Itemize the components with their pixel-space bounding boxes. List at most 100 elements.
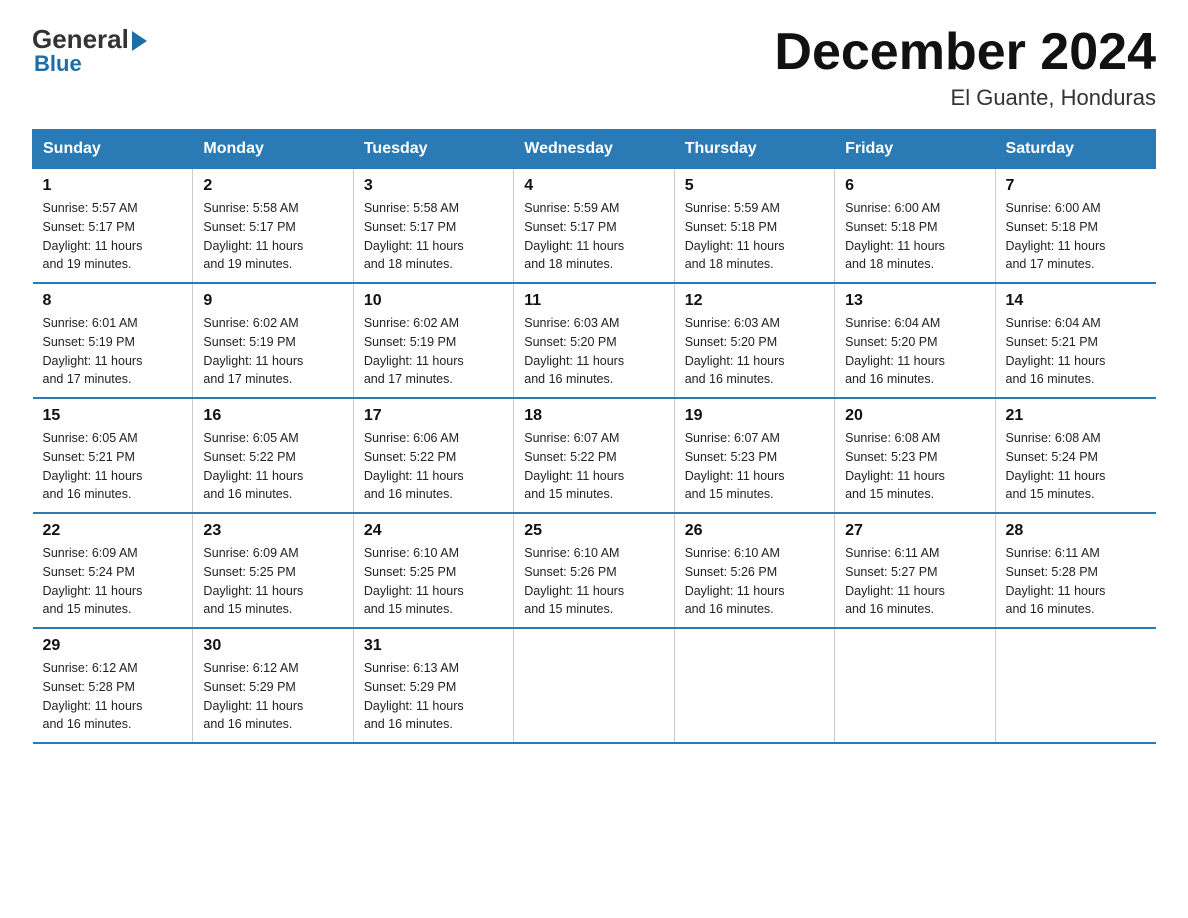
day-info: Sunrise: 6:10 AM Sunset: 5:25 PM Dayligh… (364, 544, 503, 619)
table-row: 12 Sunrise: 6:03 AM Sunset: 5:20 PM Dayli… (674, 283, 834, 398)
day-number: 3 (364, 177, 503, 195)
table-row: 6Sunrise: 6:00 AM Sunset: 5:18 PM Daylig… (835, 169, 995, 284)
day-info: Sunrise: 6:04 AM Sunset: 5:21 PM Dayligh… (1006, 314, 1146, 389)
table-row: 22Sunrise: 6:09 AM Sunset: 5:24 PM Dayli… (33, 513, 193, 628)
table-row (514, 628, 674, 743)
table-row: 18 Sunrise: 6:07 AM Sunset: 5:22 PM Dayli… (514, 398, 674, 513)
day-info: Sunrise: 6:06 AM Sunset: 5:22 PM Dayligh… (364, 429, 503, 504)
day-info: Sunrise: 6:05 AM Sunset: 5:22 PM Dayligh… (203, 429, 342, 504)
day-number: 8 (43, 292, 183, 310)
day-number: 28 (1006, 522, 1146, 540)
table-row: 26Sunrise: 6:10 AM Sunset: 5:26 PM Dayli… (674, 513, 834, 628)
day-info: Sunrise: 6:00 AM Sunset: 5:18 PM Dayligh… (1006, 199, 1146, 274)
table-row: 31Sunrise: 6:13 AM Sunset: 5:29 PM Dayli… (353, 628, 513, 743)
day-number: 19 (685, 407, 824, 425)
table-row: 19 Sunrise: 6:07 AM Sunset: 5:23 PM Dayli… (674, 398, 834, 513)
table-row: 30 Sunrise: 6:12 AM Sunset: 5:29 PM Dayli… (193, 628, 353, 743)
day-info: Sunrise: 6:09 AM Sunset: 5:24 PM Dayligh… (43, 544, 183, 619)
day-number: 12 (685, 292, 824, 310)
calendar-table: Sunday Monday Tuesday Wednesday Thursday… (32, 129, 1156, 744)
calendar-row: 22Sunrise: 6:09 AM Sunset: 5:24 PM Dayli… (33, 513, 1156, 628)
day-number: 1 (43, 177, 183, 195)
day-number: 4 (524, 177, 663, 195)
day-number: 13 (845, 292, 984, 310)
table-row: 25Sunrise: 6:10 AM Sunset: 5:26 PM Dayli… (514, 513, 674, 628)
table-row: 16 Sunrise: 6:05 AM Sunset: 5:22 PM Dayli… (193, 398, 353, 513)
day-number: 23 (203, 522, 342, 540)
table-row: 21 Sunrise: 6:08 AM Sunset: 5:24 PM Dayli… (995, 398, 1155, 513)
day-info: Sunrise: 6:12 AM Sunset: 5:29 PM Dayligh… (203, 659, 342, 734)
header-wednesday: Wednesday (514, 130, 674, 169)
table-row: 15 Sunrise: 6:05 AM Sunset: 5:21 PM Dayli… (33, 398, 193, 513)
day-number: 14 (1006, 292, 1146, 310)
calendar-title: December 2024 (774, 24, 1156, 81)
calendar-row: 1 Sunrise: 5:57 AM Sunset: 5:17 PM Daylig… (33, 169, 1156, 284)
logo: General Blue (32, 24, 147, 77)
day-number: 16 (203, 407, 342, 425)
header-saturday: Saturday (995, 130, 1155, 169)
day-info: Sunrise: 6:04 AM Sunset: 5:20 PM Dayligh… (845, 314, 984, 389)
table-row (835, 628, 995, 743)
day-info: Sunrise: 6:02 AM Sunset: 5:19 PM Dayligh… (364, 314, 503, 389)
day-info: Sunrise: 6:11 AM Sunset: 5:27 PM Dayligh… (845, 544, 984, 619)
day-info: Sunrise: 6:01 AM Sunset: 5:19 PM Dayligh… (43, 314, 183, 389)
calendar-subtitle: El Guante, Honduras (774, 85, 1156, 111)
header-friday: Friday (835, 130, 995, 169)
day-number: 29 (43, 637, 183, 655)
table-row: 7 Sunrise: 6:00 AM Sunset: 5:18 PM Daylig… (995, 169, 1155, 284)
day-number: 21 (1006, 407, 1146, 425)
table-row: 17 Sunrise: 6:06 AM Sunset: 5:22 PM Dayli… (353, 398, 513, 513)
day-info: Sunrise: 6:03 AM Sunset: 5:20 PM Dayligh… (685, 314, 824, 389)
table-row: 29 Sunrise: 6:12 AM Sunset: 5:28 PM Dayli… (33, 628, 193, 743)
table-row: 28Sunrise: 6:11 AM Sunset: 5:28 PM Dayli… (995, 513, 1155, 628)
table-row: 11Sunrise: 6:03 AM Sunset: 5:20 PM Dayli… (514, 283, 674, 398)
day-info: Sunrise: 6:12 AM Sunset: 5:28 PM Dayligh… (43, 659, 183, 734)
day-info: Sunrise: 6:13 AM Sunset: 5:29 PM Dayligh… (364, 659, 503, 734)
day-number: 6 (845, 177, 984, 195)
day-info: Sunrise: 6:05 AM Sunset: 5:21 PM Dayligh… (43, 429, 183, 504)
day-number: 26 (685, 522, 824, 540)
page-header: General Blue December 2024 El Guante, Ho… (32, 24, 1156, 111)
day-info: Sunrise: 6:02 AM Sunset: 5:19 PM Dayligh… (203, 314, 342, 389)
header-row: Sunday Monday Tuesday Wednesday Thursday… (33, 130, 1156, 169)
header-tuesday: Tuesday (353, 130, 513, 169)
calendar-row: 29 Sunrise: 6:12 AM Sunset: 5:28 PM Dayli… (33, 628, 1156, 743)
table-row: 24 Sunrise: 6:10 AM Sunset: 5:25 PM Dayli… (353, 513, 513, 628)
logo-blue-label: Blue (34, 51, 82, 77)
day-number: 15 (43, 407, 183, 425)
day-number: 18 (524, 407, 663, 425)
day-number: 5 (685, 177, 824, 195)
table-row: 5 Sunrise: 5:59 AM Sunset: 5:18 PM Daylig… (674, 169, 834, 284)
table-row: 4Sunrise: 5:59 AM Sunset: 5:17 PM Daylig… (514, 169, 674, 284)
day-number: 9 (203, 292, 342, 310)
header-monday: Monday (193, 130, 353, 169)
day-info: Sunrise: 6:07 AM Sunset: 5:23 PM Dayligh… (685, 429, 824, 504)
table-row: 27 Sunrise: 6:11 AM Sunset: 5:27 PM Dayli… (835, 513, 995, 628)
table-row: 1 Sunrise: 5:57 AM Sunset: 5:17 PM Daylig… (33, 169, 193, 284)
table-row: 14 Sunrise: 6:04 AM Sunset: 5:21 PM Dayli… (995, 283, 1155, 398)
day-info: Sunrise: 6:08 AM Sunset: 5:24 PM Dayligh… (1006, 429, 1146, 504)
day-number: 2 (203, 177, 342, 195)
day-number: 17 (364, 407, 503, 425)
table-row: 9 Sunrise: 6:02 AM Sunset: 5:19 PM Daylig… (193, 283, 353, 398)
day-number: 30 (203, 637, 342, 655)
table-row (995, 628, 1155, 743)
day-info: Sunrise: 5:59 AM Sunset: 5:18 PM Dayligh… (685, 199, 824, 274)
day-number: 24 (364, 522, 503, 540)
table-row: 13 Sunrise: 6:04 AM Sunset: 5:20 PM Dayli… (835, 283, 995, 398)
day-number: 20 (845, 407, 984, 425)
day-number: 10 (364, 292, 503, 310)
logo-triangle-icon (132, 31, 147, 51)
table-row: 10 Sunrise: 6:02 AM Sunset: 5:19 PM Dayli… (353, 283, 513, 398)
day-number: 27 (845, 522, 984, 540)
day-info: Sunrise: 5:57 AM Sunset: 5:17 PM Dayligh… (43, 199, 183, 274)
day-number: 25 (524, 522, 663, 540)
day-info: Sunrise: 5:58 AM Sunset: 5:17 PM Dayligh… (364, 199, 503, 274)
day-info: Sunrise: 6:07 AM Sunset: 5:22 PM Dayligh… (524, 429, 663, 504)
day-number: 7 (1006, 177, 1146, 195)
calendar-row: 8 Sunrise: 6:01 AM Sunset: 5:19 PM Daylig… (33, 283, 1156, 398)
table-row (674, 628, 834, 743)
day-number: 11 (524, 292, 663, 310)
day-info: Sunrise: 5:58 AM Sunset: 5:17 PM Dayligh… (203, 199, 342, 274)
day-info: Sunrise: 6:08 AM Sunset: 5:23 PM Dayligh… (845, 429, 984, 504)
